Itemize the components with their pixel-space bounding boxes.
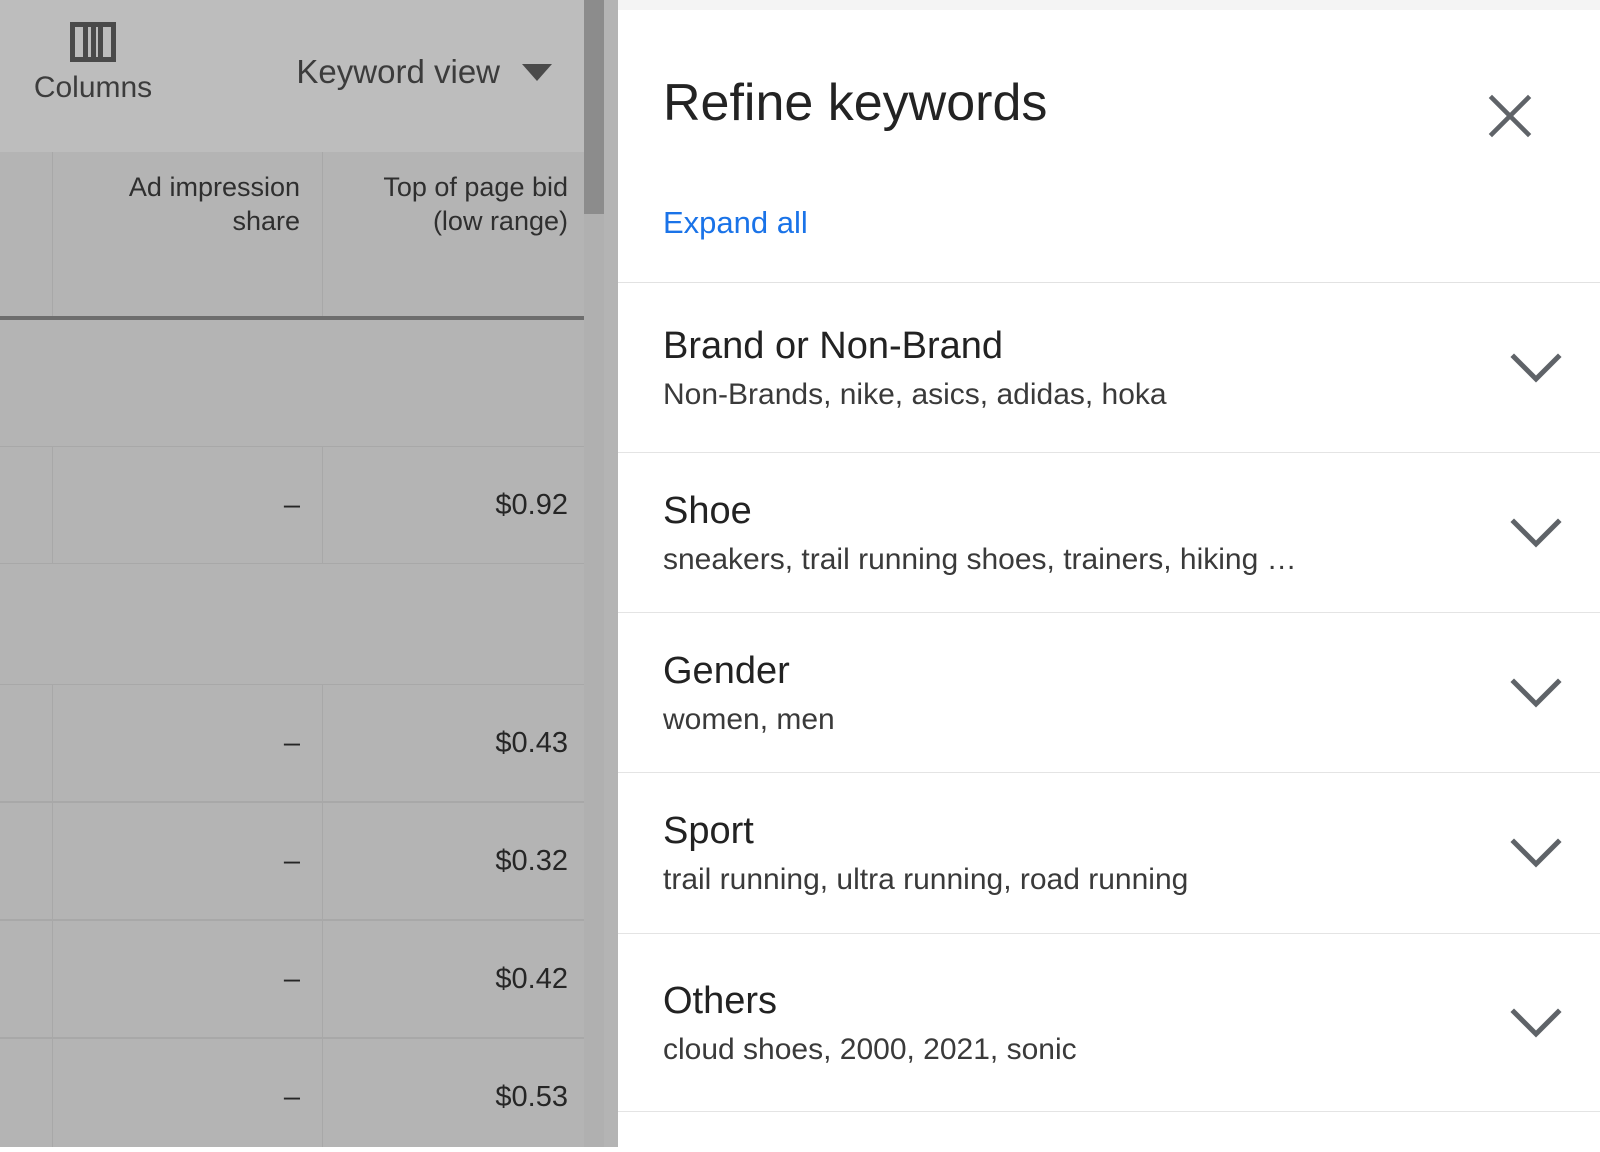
refine-category-expand-button[interactable]	[1472, 517, 1600, 549]
refine-category-row[interactable]: Gender women, men	[618, 613, 1600, 773]
view-selector-label: Keyword view	[296, 54, 500, 90]
expand-all-link[interactable]: Expand all	[663, 205, 808, 241]
refine-list-tail-spacer	[618, 1112, 1600, 1152]
columns-icon	[70, 22, 116, 62]
chevron-down-icon	[1510, 517, 1562, 549]
refine-category-row[interactable]: Shoe sneakers, trail running shoes, train…	[618, 453, 1600, 613]
refine-category-text: Brand or Non-Brand Non-Brands, nike, asic…	[618, 323, 1472, 413]
table-row[interactable]: –$0.43	[0, 684, 590, 802]
columns-button-label: Columns	[14, 71, 172, 105]
table-body: –$0.92–$0.43–$0.32–$0.42–$0.53	[0, 320, 590, 1147]
close-icon	[1487, 93, 1533, 139]
columns-button[interactable]: Columns	[14, 22, 172, 105]
refine-category-expand-button[interactable]	[1472, 352, 1600, 384]
table-cell-ad-impression-share: –	[52, 803, 322, 919]
table-cell-top-of-page-bid-low: $0.42	[322, 921, 590, 1037]
refine-category-title: Brand or Non-Brand	[663, 323, 1472, 369]
refine-category-row[interactable]: Sport trail running, ultra running, road …	[618, 773, 1600, 934]
view-selector[interactable]: Keyword view	[296, 54, 552, 90]
table-row[interactable]: –$0.42	[0, 920, 590, 1038]
table-header-row: Ad impression share Top of page bid (low…	[0, 152, 590, 320]
table-row[interactable]: –$0.53	[0, 1038, 590, 1147]
refine-category-title: Shoe	[663, 488, 1472, 534]
table-row[interactable]: –$0.32	[0, 802, 590, 920]
refine-category-text: Shoe sneakers, trail running shoes, train…	[618, 488, 1472, 578]
chevron-down-icon	[1510, 677, 1562, 709]
refine-category-expand-button[interactable]	[1472, 837, 1600, 869]
table-row[interactable]: –$0.92	[0, 446, 590, 564]
refine-category-subtitle: sneakers, trail running shoes, trainers,…	[663, 542, 1472, 578]
table-cell-ad-impression-share: –	[52, 921, 322, 1037]
table-cell-blank	[0, 803, 52, 919]
table-cell-blank	[0, 685, 52, 801]
refine-category-text: Sport trail running, ultra running, road …	[618, 808, 1472, 898]
refine-categories-list: Brand or Non-Brand Non-Brands, nike, asic…	[618, 283, 1600, 1147]
table-toolbar: Columns Keyword view	[0, 0, 590, 152]
refine-category-text: Gender women, men	[618, 648, 1472, 738]
panel-top-strip	[618, 0, 1600, 10]
app-root: Columns Keyword view Ad impression share…	[0, 0, 1600, 1147]
table-cell-ad-impression-share: –	[52, 447, 322, 563]
chevron-down-icon	[522, 64, 552, 81]
vertical-scrollbar-thumb[interactable]	[584, 0, 604, 214]
table-cell-blank	[0, 447, 52, 563]
table-cell-top-of-page-bid-low: $0.32	[322, 803, 590, 919]
refine-category-title: Gender	[663, 648, 1472, 694]
refine-keywords-panel: Refine keywords Expand all Brand or Non-…	[618, 0, 1600, 1147]
table-cell-top-of-page-bid-low: $0.92	[322, 447, 590, 563]
page-title: Refine keywords	[663, 73, 1047, 133]
table-cell-ad-impression-share: –	[52, 685, 322, 801]
chevron-down-icon	[1510, 1007, 1562, 1039]
table-header-cell-ad-impression-share[interactable]: Ad impression share	[52, 152, 322, 316]
keywords-table-panel: Columns Keyword view Ad impression share…	[0, 0, 618, 1147]
refine-category-expand-button[interactable]	[1472, 1007, 1600, 1039]
chevron-down-icon	[1510, 837, 1562, 869]
table-cell-ad-impression-share: –	[52, 1039, 322, 1147]
refine-category-expand-button[interactable]	[1472, 677, 1600, 709]
table-cell-top-of-page-bid-low: $0.53	[322, 1039, 590, 1147]
table-header-cell-blank	[0, 152, 52, 316]
refine-category-row[interactable]: Brand or Non-Brand Non-Brands, nike, asic…	[618, 283, 1600, 453]
refine-category-subtitle: trail running, ultra running, road runni…	[663, 862, 1472, 898]
refine-keywords-header: Refine keywords Expand all	[618, 10, 1600, 283]
refine-category-subtitle: cloud shoes, 2000, 2021, sonic	[663, 1032, 1472, 1068]
refine-category-subtitle: women, men	[663, 702, 1472, 738]
refine-category-row[interactable]: Others cloud shoes, 2000, 2021, sonic	[618, 934, 1600, 1112]
table-header-cell-top-of-page-bid-low[interactable]: Top of page bid (low range)	[322, 152, 590, 316]
refine-category-text: Others cloud shoes, 2000, 2021, sonic	[618, 978, 1472, 1068]
panel-edge	[604, 0, 618, 1147]
chevron-down-icon	[1510, 352, 1562, 384]
refine-category-title: Sport	[663, 808, 1472, 854]
refine-category-subtitle: Non-Brands, nike, asics, adidas, hoka	[663, 377, 1472, 413]
refine-category-title: Others	[663, 978, 1472, 1024]
table-cell-top-of-page-bid-low: $0.43	[322, 685, 590, 801]
table-cell-blank	[0, 921, 52, 1037]
table-cell-blank	[0, 1039, 52, 1147]
close-button[interactable]	[1482, 88, 1538, 144]
